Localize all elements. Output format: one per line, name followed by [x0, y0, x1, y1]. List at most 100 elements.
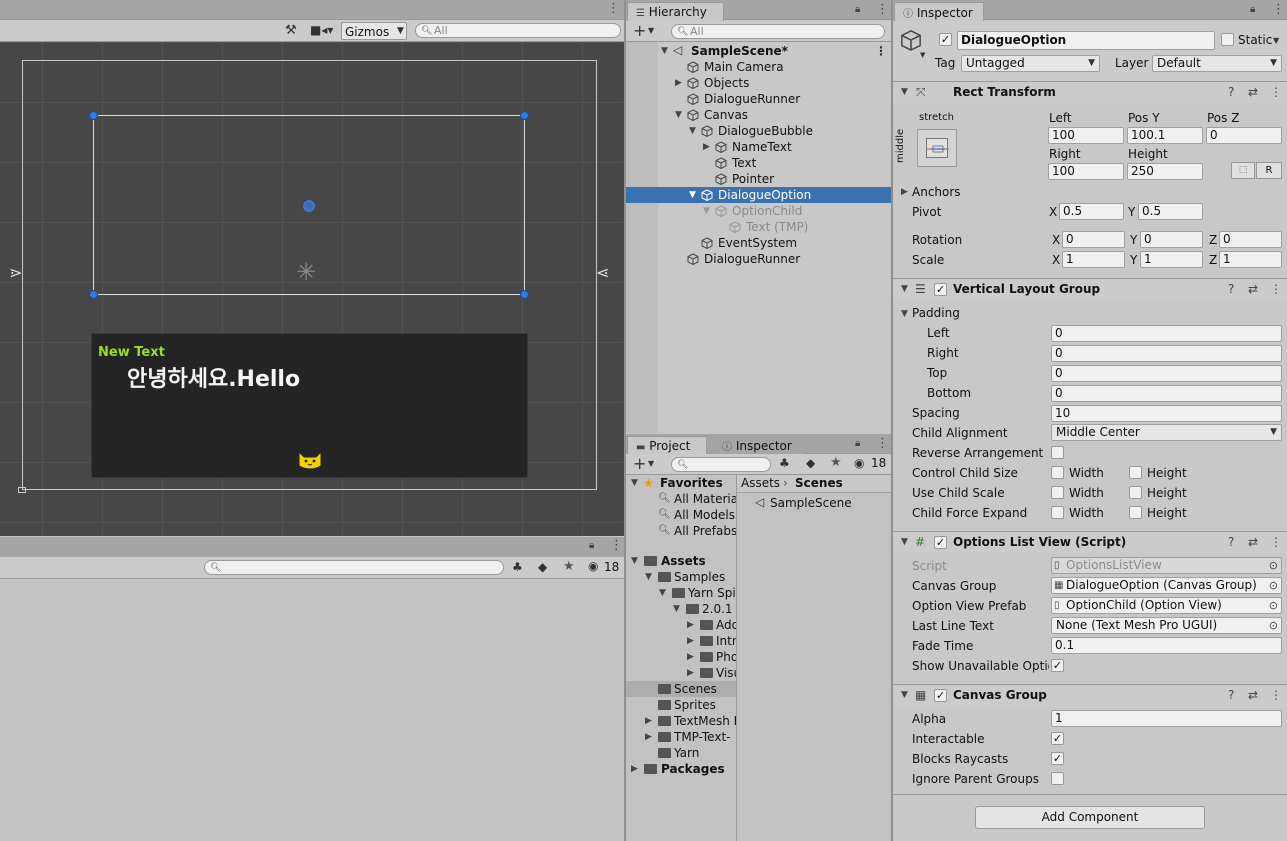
scale-height-checkbox[interactable]	[1129, 486, 1142, 499]
object-picker-icon[interactable]: ⊙	[1269, 618, 1278, 633]
hidden-eye-icon[interactable]: ◉	[854, 456, 864, 470]
project-item-tmp-text[interactable]: ▶ TMP-Text-	[626, 729, 736, 745]
spacing-field[interactable]: 10	[1051, 405, 1282, 422]
expand-arrow-icon[interactable]: ▼	[901, 532, 908, 553]
tab-inspector[interactable]: ⓘ Inspector	[894, 2, 984, 21]
component-menu-icon[interactable]: ⋮	[1270, 685, 1282, 706]
hierarchy-item-eventsystem[interactable]: EventSystem	[626, 235, 891, 251]
hierarchy-item-dialoguerunner-2[interactable]: DialogueRunner	[626, 251, 891, 267]
rt-height-field[interactable]: 250	[1127, 163, 1203, 180]
blueprint-mode-button[interactable]: ⬚	[1231, 162, 1255, 179]
rect-handle-bl[interactable]	[89, 290, 98, 299]
project-item-yarn-spinner[interactable]: ▼ Yarn Spi	[626, 585, 736, 601]
padding-top-field[interactable]: 0	[1051, 365, 1282, 382]
project-item-sprites[interactable]: Sprites	[626, 697, 736, 713]
canvas-group-enabled-checkbox[interactable]: ✓	[934, 689, 947, 702]
rect-handle-tr[interactable]	[520, 111, 529, 120]
vlg-enabled-checkbox[interactable]: ✓	[934, 283, 947, 296]
expand-arrow-icon[interactable]: ▼	[659, 585, 666, 601]
project-item-favorites[interactable]: ▼ ★ Favorites	[626, 475, 736, 491]
expand-arrow-icon[interactable]: ▼	[673, 601, 680, 617]
expand-arrow-icon[interactable]: ▼	[689, 123, 696, 139]
object-picker-icon[interactable]: ⊙	[1269, 578, 1278, 593]
lock-icon[interactable]: 🔒︎	[855, 438, 860, 449]
collapse-arrow-icon[interactable]: ▶	[687, 649, 694, 665]
anchor-presets-button[interactable]	[917, 129, 959, 167]
gizmos-button[interactable]: Gizmos ▼	[341, 22, 407, 40]
rt-right-field[interactable]: 100	[1048, 163, 1124, 180]
expand-arrow-icon[interactable]: ▼	[901, 279, 908, 300]
options-list-enabled-checkbox[interactable]: ✓	[934, 536, 947, 549]
ignore-parent-groups-checkbox[interactable]	[1051, 772, 1064, 785]
scale-y-field[interactable]: 1	[1140, 251, 1203, 268]
scale-width-checkbox[interactable]	[1051, 486, 1064, 499]
blocks-raycasts-checkbox[interactable]: ✓	[1051, 752, 1064, 765]
layer-dropdown[interactable]: Default ▼	[1152, 55, 1282, 72]
hierarchy-menu-icon[interactable]: ⋮	[876, 3, 889, 16]
child-alignment-dropdown[interactable]: Middle Center ▼	[1051, 424, 1282, 441]
padding-right-field[interactable]: 0	[1051, 345, 1282, 362]
scene-menu-icon[interactable]: ⋮	[875, 43, 887, 59]
hierarchy-item-nametext[interactable]: ▶ NameText	[626, 139, 891, 155]
project-search-input[interactable]: 🔍︎	[671, 457, 771, 472]
pivot-x-field[interactable]: 0.5	[1059, 203, 1124, 220]
rt-posz-field[interactable]: 0	[1206, 127, 1282, 144]
collapse-arrow-icon[interactable]: ▶	[631, 761, 638, 777]
component-menu-icon[interactable]: ⋮	[1270, 82, 1282, 103]
hierarchy-item-pointer[interactable]: Pointer	[626, 171, 891, 187]
object-picker-icon[interactable]: ⊙	[1269, 598, 1278, 613]
project-item-intr[interactable]: ▶ Intr	[626, 633, 736, 649]
expand-arrow-icon[interactable]: ▼	[675, 107, 682, 123]
gizmos-dropdown-icon[interactable]: ▼	[397, 26, 404, 36]
hierarchy-item-dialogueoption[interactable]: ▼ DialogueOption	[626, 187, 891, 203]
expand-arrow-icon[interactable]: ▼	[689, 187, 696, 203]
rt-left-field[interactable]: 100	[1048, 127, 1124, 144]
lock-icon[interactable]: 🔒︎	[1250, 4, 1255, 15]
filter-icon[interactable]: ♣	[779, 456, 790, 470]
label-icon[interactable]: ◆	[806, 456, 815, 470]
project-item-all-models[interactable]: 🔍︎ All Models	[626, 507, 736, 523]
hierarchy-item-dialoguebubble[interactable]: ▼ DialogueBubble	[626, 123, 891, 139]
icon-dropdown-icon[interactable]: ▼	[920, 51, 925, 59]
static-dropdown-icon[interactable]: ▼	[1273, 36, 1279, 45]
scale-x-field[interactable]: 1	[1062, 251, 1125, 268]
help-icon[interactable]: ?	[1228, 685, 1234, 706]
collapse-arrow-icon[interactable]: ▶	[687, 665, 694, 681]
star-icon[interactable]: ★	[563, 559, 575, 574]
hierarchy-item-objects[interactable]: ▶ Objects	[626, 75, 891, 91]
padding-left-field[interactable]: 0	[1051, 325, 1282, 342]
hierarchy-item-main-camera[interactable]: Main Camera	[626, 59, 891, 75]
breadcrumb-scenes[interactable]: Scenes	[795, 476, 843, 490]
raw-edit-button[interactable]: R	[1256, 162, 1282, 179]
right-edge-handle-icon[interactable]: ⋖	[596, 263, 609, 282]
tools-icon[interactable]: ⚒	[285, 23, 297, 38]
show-unavailable-checkbox[interactable]: ✓	[1051, 659, 1064, 672]
project-item-version[interactable]: ▼ 2.0.1	[626, 601, 736, 617]
padding-bottom-field[interactable]: 0	[1051, 385, 1282, 402]
project-item-samples[interactable]: ▼ Samples	[626, 569, 736, 585]
hierarchy-item-samplescene[interactable]: ▼ ◁ SampleScene* ⋮	[626, 43, 891, 59]
tab-inspector-secondary[interactable]: ⓘ Inspector	[714, 436, 804, 455]
lock-icon[interactable]: 🔒︎	[855, 4, 860, 15]
reverse-arrangement-checkbox[interactable]	[1051, 446, 1064, 459]
object-name-field[interactable]: DialogueOption	[957, 31, 1215, 50]
presets-icon[interactable]: ⇄	[1248, 279, 1258, 300]
hierarchy-search-input[interactable]: 🔍︎ All	[671, 24, 885, 39]
tab-project[interactable]: ▬ Project	[627, 436, 707, 455]
rect-transform-header[interactable]: ▼ ⤧ Rect Transform ? ⇄ ⋮	[893, 81, 1287, 103]
inspector-menu-icon[interactable]: ⋮	[1272, 3, 1285, 16]
expand-height-checkbox[interactable]	[1129, 506, 1142, 519]
hidden-eye-icon[interactable]: ◉	[588, 559, 598, 573]
hierarchy-item-text-tmp[interactable]: Text (TMP)	[626, 219, 891, 235]
collapse-arrow-icon[interactable]: ▶	[703, 139, 710, 155]
interactable-checkbox[interactable]: ✓	[1051, 732, 1064, 745]
expand-arrow-icon[interactable]: ▼	[901, 685, 908, 706]
hierarchy-item-optionchild[interactable]: ▼ OptionChild	[626, 203, 891, 219]
project-item-visu[interactable]: ▶ Visu	[626, 665, 736, 681]
add-dropdown-icon[interactable]: ▼	[648, 26, 654, 35]
rot-z-field[interactable]: 0	[1219, 231, 1282, 248]
active-checkbox[interactable]: ✓	[939, 33, 952, 46]
camera-icon[interactable]: ■◂▾	[310, 23, 333, 37]
add-icon[interactable]: +	[633, 454, 646, 473]
expand-arrow-icon[interactable]: ▼	[901, 82, 908, 103]
